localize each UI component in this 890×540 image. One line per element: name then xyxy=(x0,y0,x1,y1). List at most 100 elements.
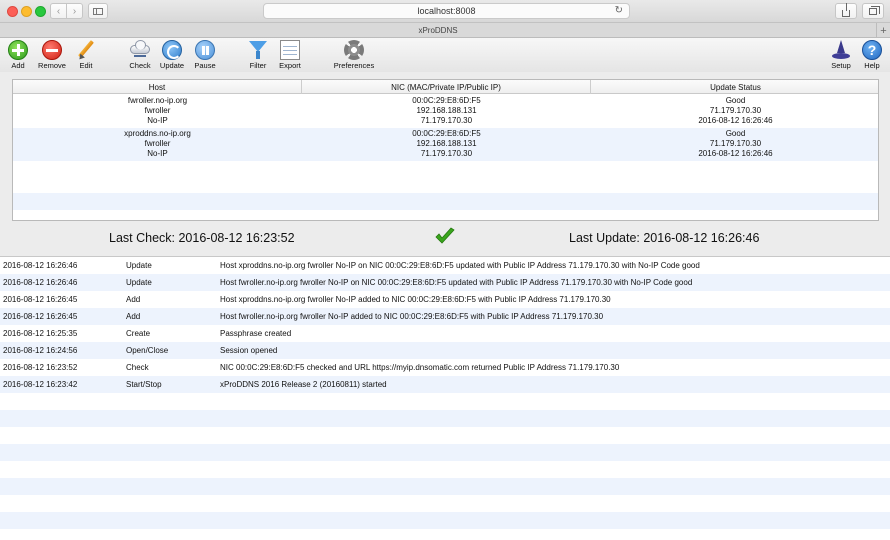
log-row[interactable]: 2016-08-12 16:24:56 Open/Close Session o… xyxy=(0,342,890,359)
export-label: Export xyxy=(279,61,301,70)
tab-bar: xProDDNS + xyxy=(0,23,890,38)
empty-log-row xyxy=(0,529,890,540)
add-icon xyxy=(8,40,28,60)
show-tabs-button[interactable] xyxy=(862,3,884,19)
remove-icon xyxy=(42,40,62,60)
reload-icon[interactable]: ↻ xyxy=(615,5,623,16)
nic-mac: 00:0C:29:E8:6D:F5 xyxy=(412,96,481,105)
share-icon xyxy=(842,2,850,17)
host-nic-name: fwroller xyxy=(144,106,171,115)
log-time: 2016-08-12 16:26:45 xyxy=(3,295,78,304)
browser-titlebar: ‹ › localhost:8008 ↻ xyxy=(0,0,890,23)
nic-private-ip: 192.168.188.131 xyxy=(416,139,477,148)
host-provider: No-IP xyxy=(147,149,168,158)
last-update-text: Last Update: 2016-08-12 16:26:46 xyxy=(569,231,760,245)
host-row[interactable]: fwroller.no-ip.org fwroller No-IP 00:0C:… xyxy=(13,95,878,127)
empty-row xyxy=(13,210,878,220)
host-cell: fwroller.no-ip.org fwroller No-IP xyxy=(13,95,302,127)
tab-title[interactable]: xProDDNS xyxy=(0,23,876,38)
log-row[interactable]: 2016-08-12 16:26:45 Add Host xproddns.no… xyxy=(0,291,890,308)
log-time: 2016-08-12 16:24:56 xyxy=(3,346,78,355)
log-time: 2016-08-12 16:26:46 xyxy=(3,261,78,270)
host-provider: No-IP xyxy=(147,116,168,125)
new-tab-button[interactable]: + xyxy=(876,23,890,38)
help-label: Help xyxy=(864,61,880,70)
help-button[interactable]: ? Help xyxy=(852,38,890,72)
nic-private-ip: 192.168.188.131 xyxy=(416,106,477,115)
host-nic-name: fwroller xyxy=(144,139,171,148)
empty-log-row xyxy=(0,478,890,495)
chevron-left-icon: ‹ xyxy=(56,5,61,17)
status-result: Good xyxy=(725,96,746,105)
log-row[interactable]: 2016-08-12 16:26:45 Add Host fwroller.no… xyxy=(0,308,890,325)
back-button[interactable]: ‹ xyxy=(50,3,67,19)
log-time: 2016-08-12 16:25:35 xyxy=(3,329,78,338)
export-button[interactable]: Export xyxy=(270,38,310,72)
log-type: Open/Close xyxy=(126,346,169,355)
status-time: 2016-08-12 16:26:46 xyxy=(698,149,773,158)
empty-log-row xyxy=(0,393,890,410)
share-button[interactable] xyxy=(835,2,857,19)
empty-log-row xyxy=(0,444,890,461)
status-ip: 71.179.170.30 xyxy=(709,139,762,148)
log-row[interactable]: 2016-08-12 16:26:46 Update Host xproddns… xyxy=(0,257,890,274)
app-toolbar: Add Remove Edit Check Update Pause Filte… xyxy=(0,38,890,72)
column-header-host[interactable]: Host xyxy=(13,80,302,94)
column-header-update-status[interactable]: Update Status xyxy=(591,80,878,94)
preferences-button[interactable]: Preferences xyxy=(334,38,374,72)
sidebar-toggle-button[interactable] xyxy=(88,3,108,19)
log-row[interactable]: 2016-08-12 16:25:35 Create Passphrase cr… xyxy=(0,325,890,342)
log-message: Host xproddns.no-ip.org fwroller No-IP a… xyxy=(220,295,611,304)
event-log-table: 2016-08-12 16:26:46 Update Host xproddns… xyxy=(0,256,890,540)
empty-log-row xyxy=(0,410,890,427)
pencil-icon xyxy=(76,40,96,60)
log-message: Host fwroller.no-ip.org fwroller No-IP o… xyxy=(220,278,693,287)
last-check-text: Last Check: 2016-08-12 16:23:52 xyxy=(109,231,295,245)
log-type: Add xyxy=(126,312,141,321)
checkmark-icon xyxy=(435,227,455,244)
log-row[interactable]: 2016-08-12 16:23:42 Start/Stop xProDDNS … xyxy=(0,376,890,393)
zoom-window-button[interactable] xyxy=(35,6,46,17)
column-header-nic[interactable]: NIC (MAC/Private IP/Public IP) xyxy=(302,80,591,94)
help-icon: ? xyxy=(862,40,882,60)
sidebar-icon xyxy=(93,7,103,15)
log-row[interactable]: 2016-08-12 16:26:46 Update Host fwroller… xyxy=(0,274,890,291)
edit-label: Edit xyxy=(79,61,93,70)
log-message: Passphrase created xyxy=(220,329,292,338)
log-message: xProDDNS 2016 Release 2 (20160811) start… xyxy=(220,380,387,389)
refresh-icon xyxy=(162,40,182,60)
spreadsheet-icon xyxy=(280,40,300,60)
address-bar[interactable]: localhost:8008 ↻ xyxy=(263,3,630,19)
close-window-button[interactable] xyxy=(7,6,18,17)
nic-cell: 00:0C:29:E8:6D:F5 192.168.188.131 71.179… xyxy=(302,95,591,127)
wizard-hat-icon xyxy=(831,40,851,60)
empty-log-row xyxy=(0,461,890,478)
tabs-icon xyxy=(869,5,880,15)
address-url: localhost:8008 xyxy=(417,6,476,16)
host-name: fwroller.no-ip.org xyxy=(127,96,188,105)
gear-icon xyxy=(344,40,364,60)
host-table-header: Host NIC (MAC/Private IP/Public IP) Upda… xyxy=(13,80,878,94)
empty-row xyxy=(13,193,878,210)
host-cell: xproddns.no-ip.org fwroller No-IP xyxy=(13,128,302,160)
log-message: Session opened xyxy=(220,346,278,355)
nic-public-ip: 71.179.170.30 xyxy=(420,149,473,158)
status-result: Good xyxy=(725,129,746,138)
log-time: 2016-08-12 16:26:46 xyxy=(3,278,78,287)
log-type: Create xyxy=(126,329,151,338)
log-row[interactable]: 2016-08-12 16:23:52 Check NIC 00:0C:29:E… xyxy=(0,359,890,376)
log-type: Start/Stop xyxy=(126,380,162,389)
nic-cell: 00:0C:29:E8:6D:F5 192.168.188.131 71.179… xyxy=(302,128,591,160)
edit-button[interactable]: Edit xyxy=(66,38,106,72)
minimize-window-button[interactable] xyxy=(21,6,32,17)
log-type: Add xyxy=(126,295,141,304)
host-name: xproddns.no-ip.org xyxy=(124,129,191,138)
pause-button[interactable]: Pause xyxy=(185,38,225,72)
host-row[interactable]: xproddns.no-ip.org fwroller No-IP 00:0C:… xyxy=(13,128,878,161)
pause-label: Pause xyxy=(194,61,216,70)
host-table: Host NIC (MAC/Private IP/Public IP) Upda… xyxy=(12,79,879,221)
status-time: 2016-08-12 16:26:46 xyxy=(698,116,773,125)
forward-button[interactable]: › xyxy=(66,3,83,19)
status-ip: 71.179.170.30 xyxy=(709,106,762,115)
log-type: Update xyxy=(126,278,152,287)
